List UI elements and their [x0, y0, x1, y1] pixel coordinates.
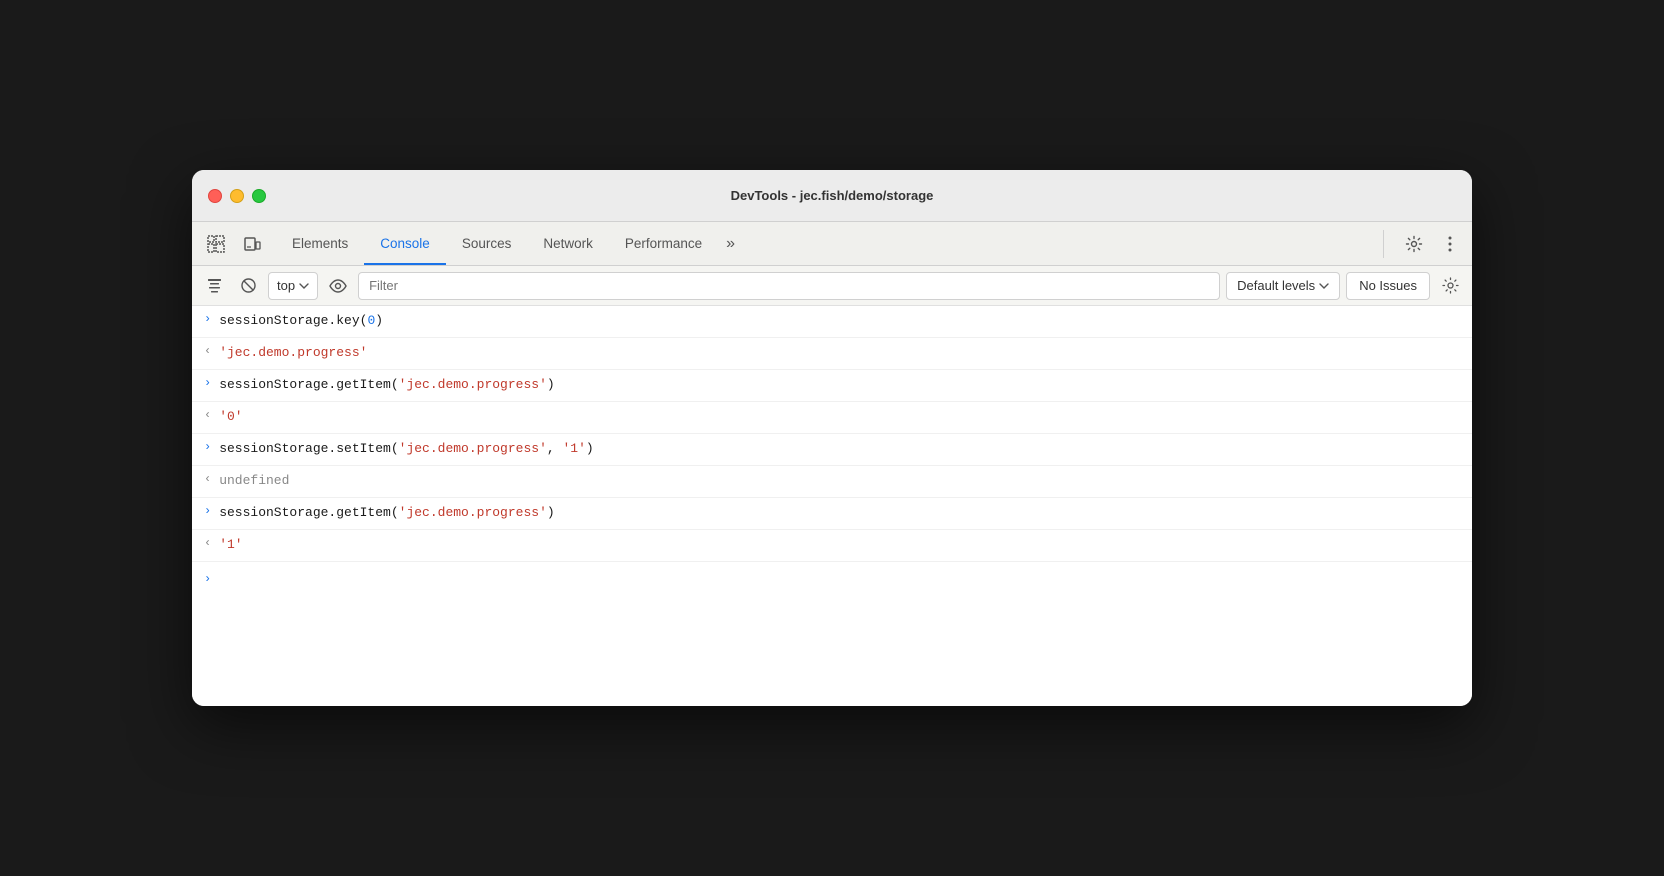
console-settings-icon[interactable] — [1436, 272, 1464, 300]
more-options-icon[interactable] — [1436, 230, 1464, 258]
tab-console[interactable]: Console — [364, 222, 446, 265]
tab-performance[interactable]: Performance — [609, 222, 718, 265]
console-line: ‹ 'jec.demo.progress' — [192, 338, 1472, 370]
input-arrow: › — [204, 503, 211, 518]
context-selector[interactable]: top — [268, 272, 318, 300]
console-line-content: sessionStorage.setItem('jec.demo.progres… — [219, 439, 1460, 459]
console-line-content: '0' — [219, 407, 1460, 427]
console-prompt — [219, 568, 1460, 588]
console-line-content: 'jec.demo.progress' — [219, 343, 1460, 363]
maximize-button[interactable] — [252, 189, 266, 203]
prompt-arrow: › — [204, 571, 211, 586]
device-toolbar-icon[interactable] — [236, 228, 268, 260]
console-input-line[interactable]: › — [192, 562, 1472, 594]
tab-network[interactable]: Network — [527, 222, 609, 265]
console-line-content: '1' — [219, 535, 1460, 555]
minimize-button[interactable] — [230, 189, 244, 203]
close-button[interactable] — [208, 189, 222, 203]
more-tabs-button[interactable]: » — [718, 222, 743, 265]
inspect-element-icon[interactable] — [200, 228, 232, 260]
console-line: ‹ undefined — [192, 466, 1472, 498]
settings-icon[interactable] — [1400, 230, 1428, 258]
console-toolbar: top Default levels No Issues — [192, 266, 1472, 306]
titlebar: DevTools - jec.fish/demo/storage — [192, 170, 1472, 222]
console-line-content: undefined — [219, 471, 1460, 491]
console-line: › sessionStorage.setItem('jec.demo.progr… — [192, 434, 1472, 466]
output-arrow: ‹ — [204, 471, 211, 486]
filter-input[interactable] — [358, 272, 1220, 300]
input-arrow: › — [204, 375, 211, 390]
console-content: › sessionStorage.key(0) ‹ 'jec.demo.prog… — [192, 306, 1472, 706]
input-arrow: › — [204, 311, 211, 326]
output-arrow: ‹ — [204, 343, 211, 358]
tabbar-icons — [200, 228, 268, 260]
output-arrow: ‹ — [204, 535, 211, 550]
clear-console-icon[interactable] — [200, 272, 228, 300]
tabbar: Elements Console Sources Network Perform… — [192, 222, 1472, 266]
console-line-content: sessionStorage.getItem('jec.demo.progres… — [219, 375, 1460, 395]
tab-sources[interactable]: Sources — [446, 222, 528, 265]
console-line: ‹ '0' — [192, 402, 1472, 434]
input-arrow: › — [204, 439, 211, 454]
console-line: › sessionStorage.getItem('jec.demo.progr… — [192, 370, 1472, 402]
tabbar-right — [1383, 230, 1464, 258]
eye-icon[interactable] — [324, 272, 352, 300]
no-issues-button[interactable]: No Issues — [1346, 272, 1430, 300]
console-line: ‹ '1' — [192, 530, 1472, 562]
prohibit-icon[interactable] — [234, 272, 262, 300]
console-line: › sessionStorage.key(0) — [192, 306, 1472, 338]
window-title: DevTools - jec.fish/demo/storage — [731, 188, 934, 203]
tab-elements[interactable]: Elements — [276, 222, 364, 265]
console-line: › sessionStorage.getItem('jec.demo.progr… — [192, 498, 1472, 530]
log-levels-button[interactable]: Default levels — [1226, 272, 1340, 300]
console-line-content: sessionStorage.key(0) — [219, 311, 1460, 331]
devtools-window: DevTools - jec.fish/demo/storage — [192, 170, 1472, 706]
console-line-content: sessionStorage.getItem('jec.demo.progres… — [219, 503, 1460, 523]
traffic-lights — [208, 189, 266, 203]
output-arrow: ‹ — [204, 407, 211, 422]
tabs: Elements Console Sources Network Perform… — [276, 222, 1383, 265]
